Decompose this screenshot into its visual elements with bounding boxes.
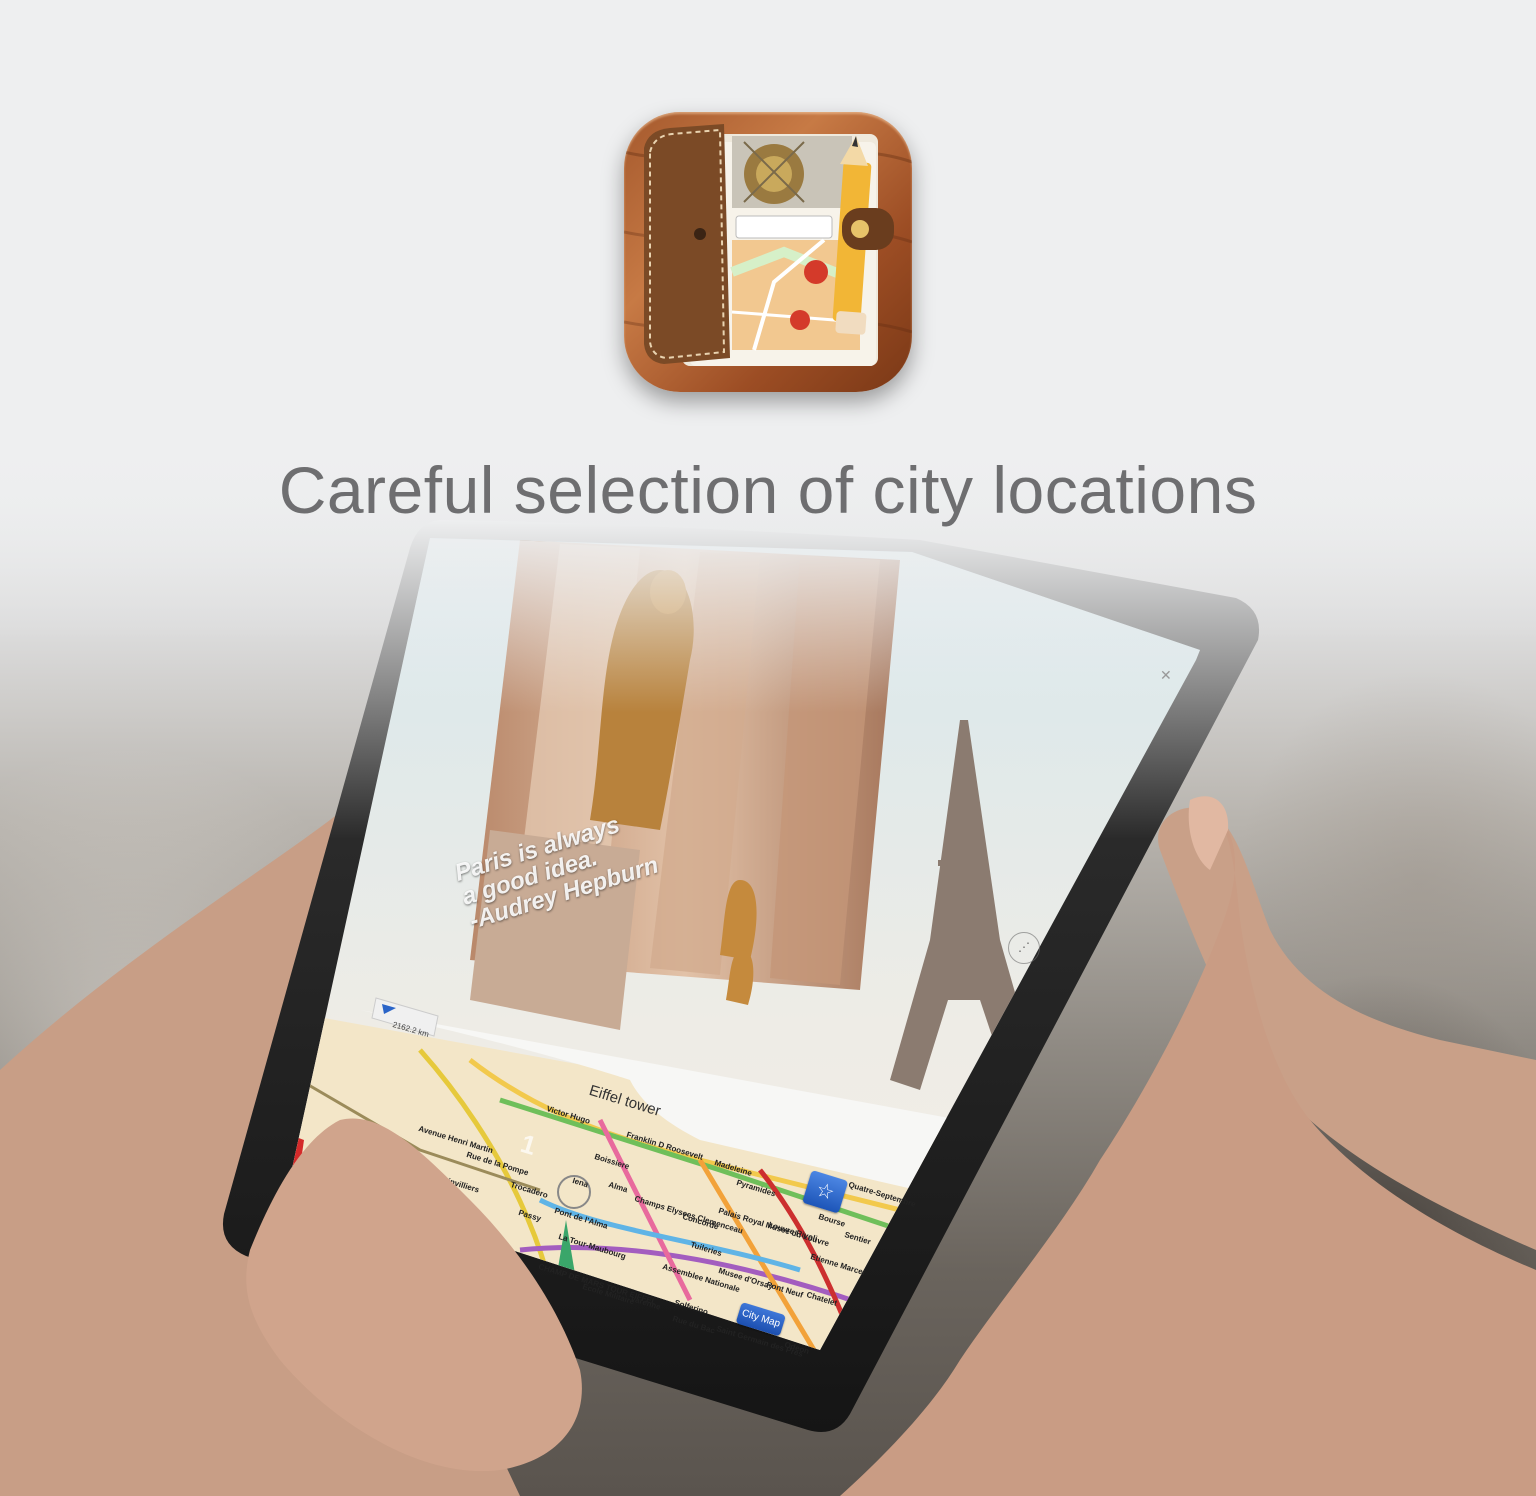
hands-overlay (246, 796, 1536, 1496)
